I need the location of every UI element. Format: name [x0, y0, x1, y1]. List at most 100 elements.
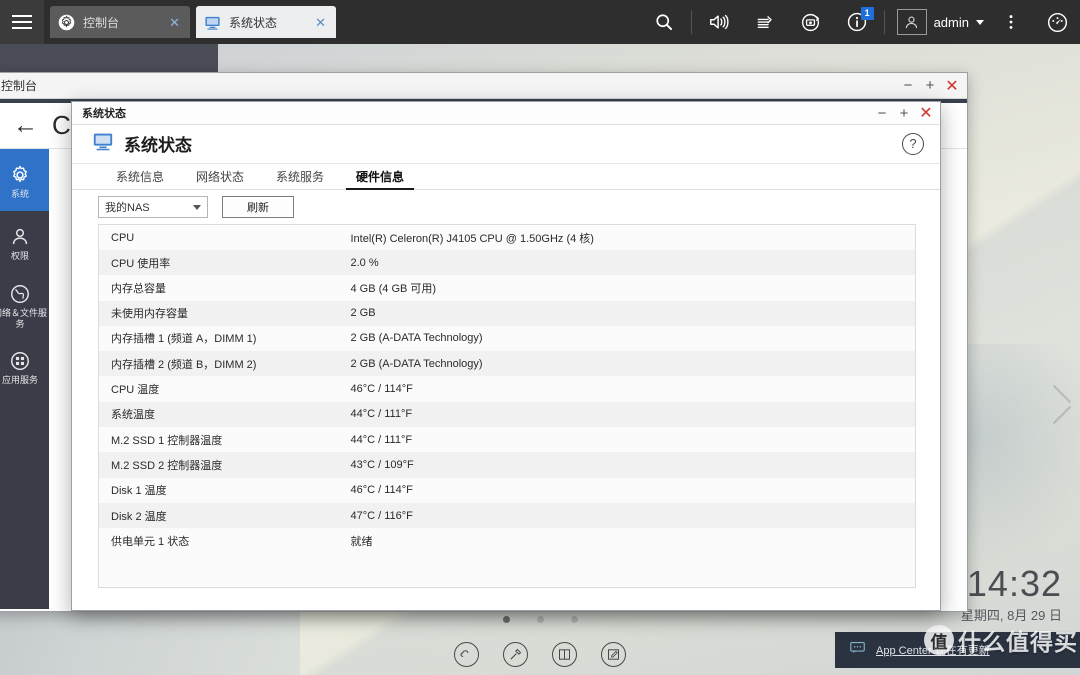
control-panel-sidebar: 系统 权限 网络＆文件服务 [0, 149, 49, 609]
control-panel-titlebar[interactable]: 控制台 − + ✕ [0, 73, 967, 99]
hardware-info-table-wrap: CPU Intel(R) Celeron(R) J4105 CPU @ 1.50G… [72, 224, 940, 610]
clock-date: 星期四, 8月 29 日 [960, 608, 1062, 623]
table-row: 内存插槽 1 (频道 A，DIMM 1) 2 GB (A-DATA Technol… [98, 325, 916, 352]
kebab-menu-icon[interactable] [988, 0, 1034, 44]
table-cell-value: 44°C / 111°F [350, 433, 413, 446]
cloud-icon[interactable] [454, 641, 479, 667]
window-title: 控制台 [1, 79, 38, 93]
table-cell-value: 4 GB (4 GB 可用) [350, 282, 437, 295]
sidebar-item-label: 权限 [10, 251, 29, 261]
volume-icon[interactable] [696, 0, 742, 44]
table-row: M.2 SSD 2 控制器温度 43°C / 109°F [98, 452, 916, 478]
table-cell-key: M.2 SSD 2 控制器温度 [111, 459, 223, 472]
table-row: 内存插槽 2 (频道 B，DIMM 2) 2 GB (A-DATA Technol… [98, 351, 916, 377]
sync-icon[interactable] [788, 0, 834, 44]
back-arrow-icon[interactable]: ← [13, 113, 38, 138]
user-menu[interactable]: admin [889, 9, 988, 35]
chevron-down-icon [976, 19, 984, 25]
pager-dot[interactable] [536, 616, 544, 623]
tab-hardware-info[interactable]: 硬件信息 [340, 164, 420, 191]
table-cell-key: CPU 温度 [111, 384, 160, 397]
table-cell-key: 未使用内存容量 [111, 308, 188, 321]
tab-system-service[interactable]: 系统服务 [260, 164, 340, 190]
table-cell-key: Disk 2 温度 [111, 510, 167, 523]
info-badge-count: 1 [860, 7, 874, 20]
table-row: CPU Intel(R) Celeron(R) J4105 CPU @ 1.50G… [98, 224, 916, 250]
toast-message[interactable]: App Center 现在有更新 [876, 642, 990, 658]
table-cell-key: 系统温度 [111, 409, 155, 422]
table-cell-value: 2 GB [350, 307, 376, 320]
page-title: 系统状态 [124, 136, 192, 156]
hamburger-menu-icon[interactable] [0, 0, 44, 44]
minimize-button[interactable]: − [897, 75, 919, 97]
window-title: 系统状态 [82, 108, 126, 120]
tab-system-info[interactable]: 系统信息 [100, 164, 180, 190]
pager-dot[interactable] [570, 616, 578, 623]
taskbar-divider [690, 10, 692, 34]
sidebar-item-system[interactable]: 系统 [0, 149, 49, 211]
table-cell-value: 2 GB (A-DATA Technology) [350, 357, 483, 370]
table-cell-value: 46°C / 114°F [350, 383, 413, 396]
table-cell-key: M.2 SSD 1 控制器温度 [111, 434, 223, 447]
tab-network-status[interactable]: 网络状态 [180, 164, 260, 190]
sidebar-item-label: 系统 [10, 189, 29, 199]
hammer-tools-icon[interactable] [503, 641, 528, 667]
table-cell-value: 2.0 % [350, 256, 379, 269]
maximize-button[interactable]: + [919, 75, 941, 97]
maximize-button[interactable]: + [893, 102, 915, 124]
table-cell-value: 44°C / 111°F [350, 408, 413, 421]
taskbar-tab-system-status[interactable]: 系统状态 ✕ [196, 6, 336, 38]
table-cell-key: 内存插槽 1 (频道 A，DIMM 1) [111, 333, 257, 346]
table-row: CPU 温度 46°C / 114°F [98, 376, 916, 402]
tab-close-icon[interactable]: ✕ [313, 16, 328, 29]
system-status-toolbar: 我的NAS 刷新 [72, 190, 940, 224]
info-icon[interactable]: 1 [834, 0, 880, 44]
close-button[interactable]: ✕ [915, 102, 937, 124]
notification-toast[interactable]: App Center 现在有更新 [835, 632, 1080, 668]
table-row: CPU 使用率 2.0 % [98, 249, 916, 276]
top-taskbar: 控制台 ✕ 系统状态 ✕ 1 admin [0, 0, 1080, 44]
grid-apps-icon [11, 352, 29, 370]
table-cell-value: Intel(R) Celeron(R) J4105 CPU @ 1.50GHz … [350, 232, 594, 245]
table-row: Disk 1 温度 46°C / 114°F [98, 477, 916, 503]
table-row: M.2 SSD 1 控制器温度 44°C / 111°F [98, 427, 916, 453]
taskbar-tab-control-panel[interactable]: 控制台 ✕ [50, 6, 190, 38]
system-status-titlebar[interactable]: 系统状态 − + ✕ [72, 102, 940, 125]
chevron-down-icon [193, 204, 201, 210]
desktop-clock: 14:32 星期四, 8月 29 日 [961, 565, 1062, 624]
table-row: 内存总容量 4 GB (4 GB 可用) [98, 275, 916, 301]
table-cell-value: 2 GB (A-DATA Technology) [350, 332, 483, 345]
backup-icon[interactable] [742, 0, 788, 44]
pager-dot[interactable] [502, 616, 510, 623]
dashboard-gauge-icon[interactable] [1034, 0, 1080, 44]
minimize-button[interactable]: − [871, 102, 893, 124]
monitor-icon [92, 130, 114, 157]
table-cell-value: 46°C / 114°F [350, 484, 413, 497]
sidebar-item-network-file-services[interactable]: 网络＆文件服务 [0, 273, 49, 335]
close-button[interactable]: ✕ [941, 75, 963, 97]
table-cell-key: CPU 使用率 [111, 257, 171, 270]
system-status-window[interactable]: 系统状态 − + ✕ 系统状态 ? 系统信息 网络状态 系统服务 硬件信息 我的… [71, 101, 941, 611]
book-icon[interactable] [552, 641, 577, 667]
nas-select-dropdown[interactable]: 我的NAS [98, 196, 208, 219]
table-row: 供电单元 1 状态 就绪 [98, 528, 916, 554]
table-cell-value: 47°C / 116°F [350, 509, 413, 522]
gear-icon [12, 165, 28, 183]
tab-label: 控制台 [83, 15, 120, 30]
question-mark-icon[interactable]: ? [902, 132, 924, 155]
sidebar-item-application-services[interactable]: 应用服务 [0, 335, 49, 397]
refresh-button[interactable]: 刷新 [222, 196, 294, 219]
table-row-filler [98, 553, 916, 588]
search-icon[interactable] [641, 0, 687, 44]
desktop-pager [0, 616, 1080, 623]
sidebar-item-privilege[interactable]: 权限 [0, 211, 49, 273]
nas-select-value: 我的NAS [105, 202, 150, 215]
sidebar-item-label: 网络＆文件服务 [0, 307, 47, 329]
notes-edit-icon[interactable] [601, 641, 626, 667]
tab-close-icon[interactable]: ✕ [167, 16, 182, 29]
table-cell-key: 内存插槽 2 (频道 B，DIMM 2) [111, 358, 257, 371]
chevron-right-icon[interactable] [1048, 382, 1074, 426]
table-cell-key: 供电单元 1 状态 [111, 535, 190, 548]
user-icon [12, 228, 28, 245]
table-cell-value: 就绪 [350, 535, 373, 548]
